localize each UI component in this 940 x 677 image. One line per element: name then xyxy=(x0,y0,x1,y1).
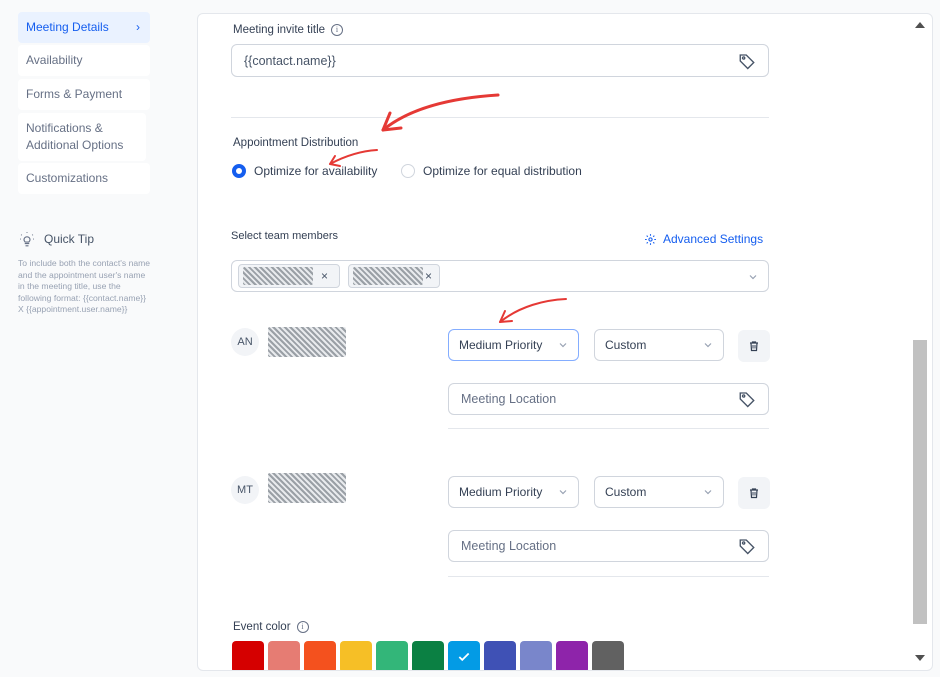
sidebar-item-availability[interactable]: Availability xyxy=(18,45,150,76)
sidebar-item-label: Availability xyxy=(26,53,83,67)
color-swatch[interactable] xyxy=(484,641,516,670)
redacted-name xyxy=(353,267,423,285)
chevron-down-icon[interactable] xyxy=(748,272,758,282)
quick-tip-body: To include both the contact's name and t… xyxy=(18,258,151,314)
mode-select[interactable]: Custom xyxy=(594,476,724,508)
app-root: Meeting Details › Availability Forms & P… xyxy=(0,0,940,677)
sidebar-item-forms-payment[interactable]: Forms & Payment xyxy=(18,79,150,110)
sidebar-item-meeting-details[interactable]: Meeting Details › xyxy=(18,12,150,43)
priority-value: Medium Priority xyxy=(459,338,543,352)
delete-member-button[interactable] xyxy=(738,330,770,362)
priority-value: Medium Priority xyxy=(459,485,543,499)
team-members-label: Select team members xyxy=(231,230,338,242)
member-chip[interactable]: × xyxy=(238,264,340,288)
sidebar-item-label: Notifications & Additional Options xyxy=(26,121,124,152)
event-color-label-text: Event color xyxy=(233,621,291,634)
remove-chip-icon[interactable]: × xyxy=(425,269,432,283)
info-icon[interactable]: i xyxy=(331,24,344,36)
tag-icon[interactable] xyxy=(738,537,756,555)
mode-value: Custom xyxy=(605,485,647,499)
radio-button-selected[interactable] xyxy=(232,164,246,178)
color-swatch[interactable] xyxy=(304,641,336,670)
tag-icon[interactable] xyxy=(738,390,756,408)
color-swatch[interactable] xyxy=(556,641,588,670)
tag-icon[interactable] xyxy=(738,52,756,70)
advanced-settings-link[interactable]: Advanced Settings xyxy=(644,232,763,246)
color-swatch[interactable] xyxy=(520,641,552,670)
scroll-up-icon[interactable] xyxy=(915,22,925,28)
quick-tip-title: Quick Tip xyxy=(44,232,95,246)
advanced-settings-label: Advanced Settings xyxy=(663,232,764,246)
avatar: MT xyxy=(231,476,259,504)
meeting-location-input[interactable]: Meeting Location xyxy=(448,530,769,562)
meeting-details-panel: Meeting invite title i {{contact.name}} A… xyxy=(197,13,933,671)
remove-chip-icon[interactable]: × xyxy=(321,269,328,283)
scrollbar-thumb[interactable] xyxy=(913,340,927,624)
color-swatch[interactable] xyxy=(448,641,480,670)
scrollbar[interactable] xyxy=(911,13,929,671)
quick-tip-header: Quick Tip xyxy=(18,230,153,248)
radio-label: Optimize for equal distribution xyxy=(423,164,582,178)
priority-select[interactable]: Medium Priority xyxy=(448,476,579,508)
invite-title-label-text: Meeting invite title xyxy=(233,24,326,37)
sidebar-item-label: Forms & Payment xyxy=(26,87,123,101)
redacted-member-name xyxy=(268,327,346,357)
redacted-member-name xyxy=(268,473,346,503)
info-icon[interactable]: i xyxy=(296,621,309,633)
sidebar-item-notifications[interactable]: Notifications & Additional Options xyxy=(18,113,146,161)
lightbulb-icon xyxy=(20,232,34,247)
color-swatch[interactable] xyxy=(340,641,372,670)
redacted-name xyxy=(243,267,313,285)
delete-member-button[interactable] xyxy=(738,477,770,509)
distribution-label: Appointment Distribution xyxy=(233,137,359,149)
sidebar-item-label: Meeting Details xyxy=(26,20,109,34)
sidebar-item-customizations[interactable]: Customizations xyxy=(18,163,150,194)
chevron-down-icon xyxy=(559,343,567,348)
divider xyxy=(448,428,769,429)
trash-icon xyxy=(750,488,758,499)
scroll-down-icon[interactable] xyxy=(915,655,925,661)
radio-button[interactable] xyxy=(401,164,415,178)
radio-equal-distribution[interactable]: Optimize for equal distribution xyxy=(401,164,582,178)
chevron-down-icon xyxy=(559,490,567,495)
invite-title-label: Meeting invite title i xyxy=(233,24,344,37)
trash-icon xyxy=(750,341,758,352)
checkmark-icon xyxy=(458,652,470,662)
invite-title-input[interactable]: {{contact.name}} xyxy=(231,44,769,77)
color-swatch[interactable] xyxy=(232,641,264,670)
radio-optimize-availability[interactable]: Optimize for availability xyxy=(232,164,377,178)
meeting-location-placeholder: Meeting Location xyxy=(461,392,557,406)
avatar-initials: AN xyxy=(237,336,253,348)
divider xyxy=(231,117,769,118)
avatar-initials: MT xyxy=(237,484,253,496)
color-swatch[interactable] xyxy=(592,641,624,670)
avatar: AN xyxy=(231,328,259,356)
meeting-location-placeholder: Meeting Location xyxy=(461,539,557,553)
meeting-location-input[interactable]: Meeting Location xyxy=(448,383,769,415)
mode-select[interactable]: Custom xyxy=(594,329,724,361)
chevron-down-icon xyxy=(704,343,712,348)
member-chip[interactable]: × xyxy=(348,264,440,288)
color-swatch[interactable] xyxy=(412,641,444,670)
sidebar-item-label: Customizations xyxy=(26,171,109,185)
color-swatch[interactable] xyxy=(376,641,408,670)
event-color-label: Event color i xyxy=(233,621,309,633)
priority-select[interactable]: Medium Priority xyxy=(448,329,579,361)
gear-icon xyxy=(645,233,656,245)
quick-tip: Quick Tip To include both the contact's … xyxy=(18,230,153,316)
chevron-down-icon xyxy=(704,490,712,495)
mode-value: Custom xyxy=(605,338,647,352)
radio-label: Optimize for availability xyxy=(254,164,378,178)
color-swatch[interactable] xyxy=(268,641,300,670)
team-members-select[interactable]: × × xyxy=(231,260,769,292)
chevron-right-icon: › xyxy=(136,20,140,34)
invite-title-value: {{contact.name}} xyxy=(244,53,336,68)
divider xyxy=(448,576,769,577)
sidebar: Meeting Details › Availability Forms & P… xyxy=(0,0,160,677)
